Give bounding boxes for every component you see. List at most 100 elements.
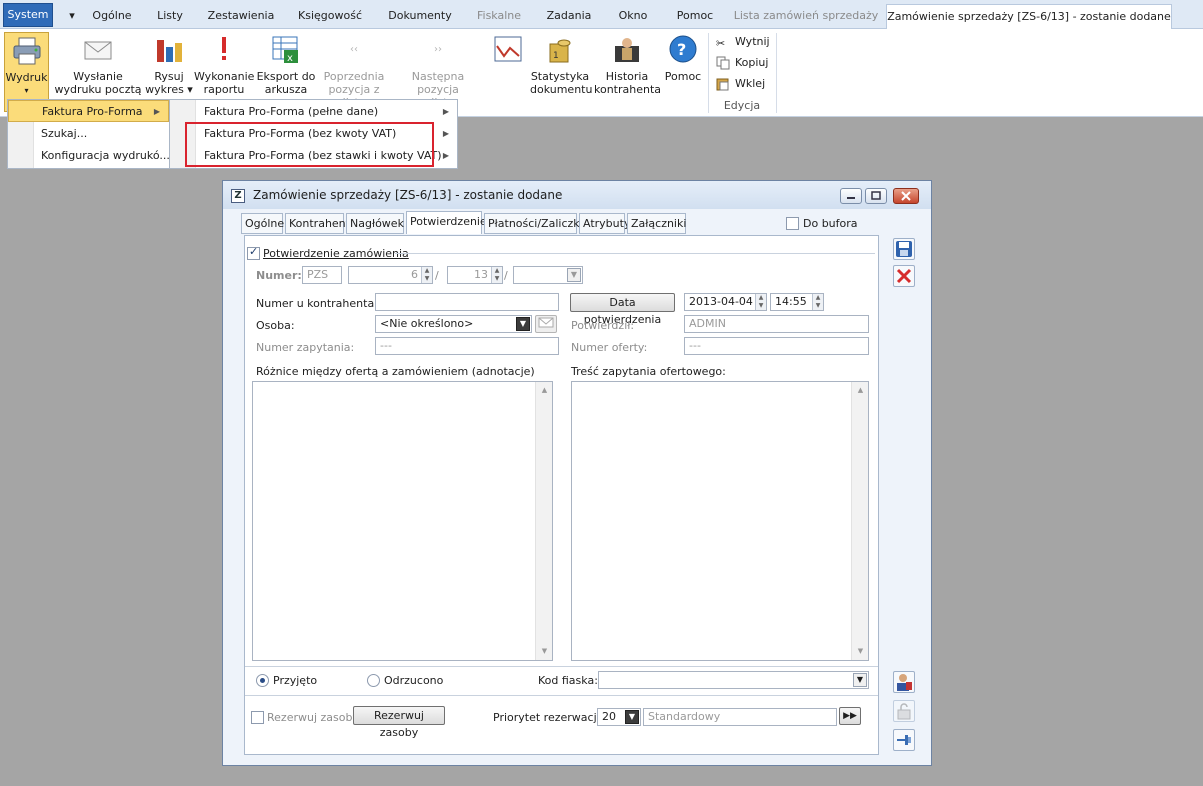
scroll-down-icon[interactable]: ▼ — [852, 643, 869, 660]
data-potwierdzenia-button[interactable]: Data potwierdzenia — [570, 293, 675, 326]
rezerwuj-zasoby-checkbox[interactable] — [251, 711, 264, 724]
przyjeto-radio[interactable] — [256, 674, 269, 687]
priorytet-dropdown[interactable]: 20 ▼ — [597, 708, 641, 726]
tab-zestawienia[interactable]: Zestawienia — [200, 4, 282, 28]
statystyka-dokumentu-button[interactable]: 1 Statystyka dokumentu — [530, 32, 592, 112]
chevron-right-icon: ▶ — [442, 107, 449, 116]
numer-value-field[interactable]: 6 ▲ ▼ — [348, 266, 433, 284]
save-button[interactable] — [893, 238, 915, 260]
tab-listy[interactable]: Listy — [146, 4, 194, 28]
tab-ogolne[interactable]: Ogólne — [241, 213, 284, 234]
numer-prefix-field[interactable]: PZS — [302, 266, 342, 284]
historia-kontrahenta-button[interactable]: Historia kontrahenta — [594, 32, 662, 112]
printer-icon — [11, 35, 43, 67]
scrollbar[interactable]: ▲ ▼ — [851, 382, 868, 660]
scroll-up-icon[interactable]: ▲ — [852, 382, 869, 399]
app-logo-icon: Z — [231, 189, 245, 203]
tresc-textarea[interactable]: ▲ ▼ — [571, 381, 869, 661]
submenu-item-pelne-dane[interactable]: Faktura Pro-Forma (pełne dane) ▶ — [170, 101, 457, 123]
tab-system[interactable]: System — [3, 3, 53, 27]
line-chart-button[interactable] — [488, 32, 528, 112]
wklej-button[interactable]: Wklej — [716, 75, 765, 93]
priorytet-text-field[interactable]: Standardowy — [643, 708, 837, 726]
menu-item-szukaj[interactable]: Szukaj... — [8, 123, 169, 145]
menu-item-konfiguracja[interactable]: Konfiguracja wydrukó... — [8, 145, 170, 167]
pomoc-label: Pomoc — [664, 70, 702, 83]
contractor-button[interactable] — [893, 671, 915, 693]
tab-potwierdzenie[interactable]: Potwierdzenie — [406, 211, 487, 234]
tab-okno[interactable]: Okno — [606, 4, 660, 28]
lock-icon — [897, 703, 911, 720]
odrzucono-radio[interactable] — [367, 674, 380, 687]
menu-item-faktura-pro-forma[interactable]: Faktura Pro-Forma ▶ — [8, 100, 169, 122]
tab-atrybuty[interactable]: Atrybuty — [579, 213, 630, 234]
historia-label-2: kontrahenta — [594, 83, 662, 96]
highlight-annotation-box — [185, 122, 434, 167]
tab-ogolne[interactable]: Ogólne — [84, 4, 140, 28]
chevron-down-icon: ▼ — [625, 710, 639, 724]
tab-lista-zamowien[interactable]: Lista zamówień sprzedaży — [730, 4, 882, 28]
do-bufora-checkbox[interactable] — [786, 217, 799, 230]
lock-button[interactable] — [893, 700, 915, 722]
rezerwuj-zasoby-label: Rezerwuj zasoby — [267, 711, 359, 724]
tab-platnosci[interactable]: Płatności/Zaliczki — [484, 213, 583, 234]
scroll-up-icon[interactable]: ▲ — [536, 382, 553, 399]
chevron-right-icon: ▶ — [442, 129, 449, 138]
potwierdzenie-label: Potwierdzenie zamówienia — [263, 247, 409, 260]
rezerwuj-zasoby-button[interactable]: Rezerwuj zasoby — [353, 706, 445, 739]
numer-year: 13 — [474, 268, 488, 281]
numer-year-field[interactable]: 13 ▲ ▼ — [447, 266, 503, 284]
osoba-dropdown[interactable]: <Nie określono> ▼ — [375, 315, 532, 333]
time-value: 14:55 — [775, 295, 807, 308]
maximize-button[interactable] — [865, 188, 887, 204]
close-button[interactable] — [893, 188, 919, 204]
osoba-value: <Nie określono> — [380, 317, 474, 330]
tab-naglowek[interactable]: Nagłówek — [346, 213, 404, 234]
tab-dokumenty[interactable]: Dokumenty — [378, 4, 462, 28]
potwierdzenie-checkbox[interactable] — [247, 245, 260, 260]
minimize-button[interactable] — [840, 188, 862, 204]
date-field[interactable]: 2013-04-04 ▲ ▼ — [684, 293, 767, 311]
section-divider — [245, 695, 878, 696]
tab-pomoc[interactable]: Pomoc — [664, 4, 726, 28]
chevron-right-icon: ▶ — [442, 151, 449, 160]
tab-kontrahent[interactable]: Kontrahent — [285, 213, 350, 234]
potwierdzil-field[interactable]: ADMIN — [684, 315, 869, 333]
poprzednia-label-1: Poprzednia — [323, 70, 385, 83]
numer-oferty-field[interactable]: --- — [684, 337, 869, 355]
spinner-icon[interactable]: ▲ ▼ — [421, 267, 432, 283]
spinner-icon[interactable]: ▲ ▼ — [812, 294, 823, 310]
scrollbar[interactable]: ▲ ▼ — [535, 382, 552, 660]
quick-access-dropdown-icon[interactable]: ▾ — [60, 4, 84, 28]
kod-fiaska-label: Kod fiaska: — [538, 674, 598, 687]
slash-separator: / — [435, 269, 439, 282]
pomoc-button[interactable]: ? Pomoc — [662, 32, 704, 112]
numer-u-kontrahenta-field[interactable] — [375, 293, 559, 311]
wytnij-button[interactable]: ✂ Wytnij — [716, 33, 770, 51]
double-chevron-right-icon: ▶▶ — [843, 711, 857, 721]
email-button[interactable] — [535, 315, 557, 333]
scroll-down-icon[interactable]: ▼ — [536, 643, 553, 660]
kod-fiaska-dropdown[interactable]: ▼ — [598, 671, 869, 689]
spinner-icon[interactable]: ▲ ▼ — [755, 294, 766, 310]
przyjeto-label: Przyjęto — [273, 674, 318, 687]
numer-zapytania-field[interactable]: --- — [375, 337, 559, 355]
tab-zadania[interactable]: Zadania — [536, 4, 602, 28]
tab-zamowienie-sprzedazy[interactable]: Zamówienie sprzedaży [ZS-6/13] - zostani… — [886, 4, 1172, 30]
section-divider — [395, 253, 875, 254]
spinner-icon[interactable]: ▲ ▼ — [491, 267, 502, 283]
tab-zalaczniki[interactable]: Załączniki — [627, 213, 686, 234]
wyslanie-label-1: Wysłanie — [73, 70, 123, 83]
time-field[interactable]: 14:55 ▲ ▼ — [770, 293, 824, 311]
tab-ksiegowosc[interactable]: Księgowość — [288, 4, 372, 28]
roznice-textarea[interactable]: ▲ ▼ — [252, 381, 553, 661]
priorytet-next-button[interactable]: ▶▶ — [839, 707, 861, 725]
pin-button[interactable] — [893, 729, 915, 751]
svg-text:?: ? — [677, 40, 686, 59]
wykonanie-label-1: Wykonanie — [194, 70, 255, 83]
dialog-titlebar[interactable]: Z Zamówienie sprzedaży [ZS-6/13] - zosta… — [223, 181, 931, 209]
kopiuj-button[interactable]: Kopiuj — [716, 54, 768, 72]
tab-fiskalne[interactable]: Fiskalne — [468, 4, 530, 28]
cancel-button[interactable] — [893, 265, 915, 287]
numer-series-dropdown[interactable]: ▼ — [513, 266, 583, 284]
